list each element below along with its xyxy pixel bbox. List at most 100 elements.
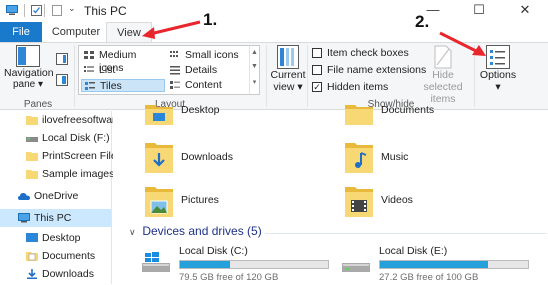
options-icon — [486, 45, 510, 69]
navigation-pane-button[interactable]: Navigation pane ▾ — [4, 45, 54, 95]
navigation-pane-label: Navigation — [4, 67, 54, 79]
properties-icon[interactable] — [31, 5, 43, 16]
folder-icon — [26, 170, 38, 179]
layout-gallery-scroll[interactable]: ▲ ▼ ▾ — [249, 46, 259, 94]
tab-file[interactable]: File — [0, 22, 42, 42]
nav-item-printscreen-files[interactable]: PrintScreen Files — [0, 147, 122, 165]
title-separator — [24, 4, 25, 17]
item-check-boxes-checkbox[interactable] — [312, 48, 322, 58]
options-label: Options — [479, 69, 517, 81]
gallery-more-icon[interactable]: ▾ — [250, 74, 259, 92]
tab-computer[interactable]: Computer — [46, 22, 106, 42]
folder-tile-pictures[interactable]: Pictures — [145, 183, 305, 223]
medium-icons-icon — [84, 51, 94, 59]
layout-tiles[interactable]: Tiles — [81, 79, 165, 92]
group-separator — [74, 45, 75, 107]
drive-tile-c[interactable]: Local Disk (C:) 79.5 GB free of 120 GB — [141, 245, 331, 285]
options-dropdown-icon[interactable]: ▾ — [478, 81, 518, 93]
nav-item-sample-images[interactable]: Sample images — [0, 165, 114, 183]
hide-selected-items-button[interactable]: Hide selected items — [412, 45, 474, 105]
folder-tile-music[interactable]: Music — [345, 139, 505, 179]
close-button[interactable]: ✕ — [502, 0, 548, 22]
downloads-icon — [27, 269, 37, 279]
small-icons-icon — [170, 51, 178, 57]
drive-usage-bar — [379, 260, 529, 269]
scroll-down-icon[interactable]: ▼ — [250, 60, 259, 74]
nav-item-downloads[interactable]: Downloads — [0, 265, 111, 283]
maximize-button[interactable]: ☐ — [456, 0, 502, 22]
panes-group-label: Panes — [23, 99, 53, 110]
options-button[interactable]: Options ▾ — [478, 45, 518, 97]
content-area: Desktop Documents Downloads Music Pictur… — [113, 104, 548, 285]
drive-icon — [342, 263, 370, 272]
nav-item-desktop[interactable]: Desktop — [0, 229, 111, 247]
documents-icon — [26, 252, 38, 261]
group-separator — [474, 45, 475, 107]
navigation-pane: ilovefreesoftware Local Disk (F:) PrintS… — [0, 111, 122, 284]
tab-view[interactable]: View — [106, 22, 152, 42]
hide-selected-items-icon — [434, 45, 452, 69]
layout-details[interactable]: Details — [167, 64, 249, 77]
annotation-step-1: 1. — [203, 10, 218, 29]
drive-usage-fill — [180, 261, 231, 268]
new-folder-icon[interactable] — [52, 5, 64, 16]
folder-icon — [26, 152, 38, 161]
ribbon-tabs: File Computer View — [0, 22, 548, 42]
title-bar: ⌄ This PC — ☐ ✕ — [0, 0, 548, 22]
annotation-step-2: 2. — [415, 12, 430, 31]
details-icon — [170, 66, 180, 75]
content-icon — [170, 81, 180, 89]
current-view-icon — [277, 45, 299, 69]
drive-usage-fill — [380, 261, 489, 268]
current-view-button[interactable]: Current view ▾ — [270, 45, 306, 97]
nav-item-onedrive[interactable]: OneDrive — [0, 187, 111, 205]
devices-section-header[interactable]: ∨ Devices and drives (5) — [129, 224, 262, 238]
layout-gallery: Medium icons List Tiles Small icons Deta… — [78, 45, 260, 95]
current-view-label-2: view ▾ — [273, 81, 303, 93]
nav-item-local-disk-f[interactable]: Local Disk (F:) — [0, 129, 111, 147]
nav-item-ilovefreesoftware[interactable]: ilovefreesoftware — [0, 111, 121, 129]
details-pane-icon[interactable] — [56, 74, 68, 86]
folder-tile-documents[interactable]: Documents — [345, 103, 505, 143]
preview-pane-icon[interactable] — [56, 53, 68, 65]
quick-access-dropdown-icon[interactable]: ⌄ — [68, 3, 80, 14]
hide-selected-label: Hide selected — [423, 69, 463, 93]
title-separator — [44, 4, 45, 17]
folder-tile-videos[interactable]: Videos — [345, 183, 505, 223]
layout-list[interactable]: List — [81, 64, 163, 77]
folder-tile-desktop[interactable]: Desktop — [145, 103, 305, 143]
tiles-icon — [85, 82, 95, 90]
ribbon-view: Navigation pane ▾ Panes Medium icons Lis… — [0, 42, 548, 110]
music-folder-icon — [345, 143, 373, 173]
group-separator — [307, 45, 308, 107]
downloads-folder-icon — [145, 143, 173, 173]
layout-medium-icons[interactable]: Medium icons — [81, 49, 163, 74]
hidden-items-checkbox[interactable]: ✓ — [312, 82, 322, 92]
layout-small-icons[interactable]: Small icons — [167, 49, 249, 62]
desktop-icon — [26, 233, 38, 242]
list-icon — [84, 66, 94, 72]
onedrive-cloud-icon — [18, 193, 30, 200]
file-name-extensions-checkbox[interactable] — [312, 65, 322, 75]
drive-tile-e[interactable]: Local Disk (E:) 27.2 GB free of 100 GB — [341, 245, 531, 285]
pictures-folder-icon — [145, 187, 173, 217]
this-pc-icon — [18, 213, 30, 223]
videos-folder-icon — [345, 187, 373, 217]
windows-drive-icon — [142, 252, 170, 272]
folder-icon — [145, 105, 173, 125]
group-separator — [266, 45, 267, 107]
drive-usage-bar — [179, 260, 329, 269]
layout-content[interactable]: Content — [167, 79, 249, 92]
scroll-up-icon[interactable]: ▲ — [250, 46, 259, 60]
navigation-pane-label-2: pane ▾ — [12, 79, 44, 90]
drive-icon — [26, 137, 38, 142]
nav-item-documents[interactable]: Documents — [0, 247, 111, 265]
folder-tile-downloads[interactable]: Downloads — [145, 139, 305, 179]
nav-item-this-pc[interactable]: This PC — [0, 209, 111, 227]
navigation-pane-icon — [16, 45, 40, 67]
folder-icon — [26, 116, 38, 125]
window-title: This PC — [84, 4, 127, 18]
this-pc-icon — [6, 5, 18, 15]
current-view-label: Current — [270, 69, 306, 81]
section-collapse-icon[interactable]: ∨ — [129, 227, 139, 238]
